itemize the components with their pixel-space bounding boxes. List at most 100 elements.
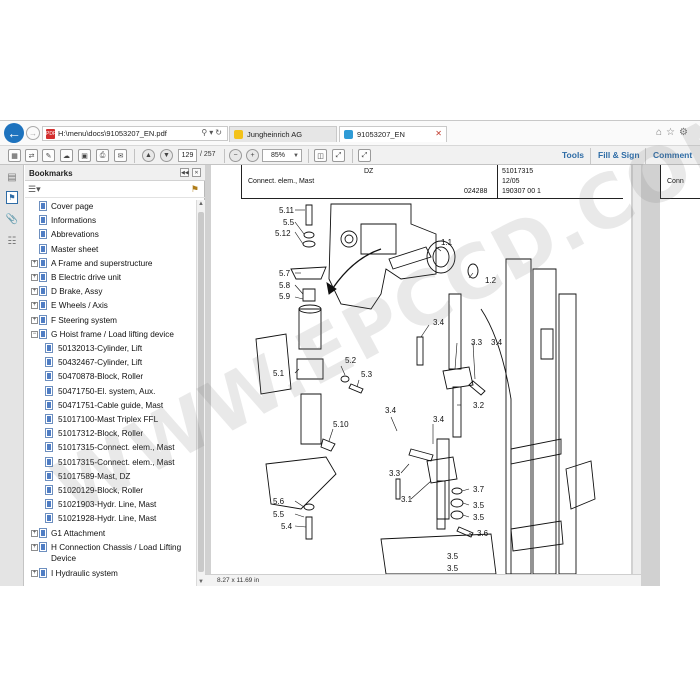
scroll-down-icon[interactable]: ▼ [198,579,204,585]
url-field[interactable]: PDF H:\menu\docs\91053207_EN.pdf ⚲▾↻ [42,126,228,141]
bookmark-subitem[interactable]: 50432467-Cylinder, Lift [25,356,196,370]
reader-toolbar: ▦ ⇄ ✎ ☁ ▣ ⎙ ✉ ▲ ▼ 129 / 257 − + 85% ▼ ◫ … [0,145,700,165]
fit-page-icon[interactable]: ◫ [314,149,327,162]
bookmark-item[interactable]: Informations [25,214,196,228]
block-title: Connect. elem., Mast [248,178,315,185]
mast-detail-shape [540,328,554,360]
read-mode-icon[interactable]: ⤢ [358,149,371,162]
email-icon[interactable]: ✉ [114,149,127,162]
bookmark-item[interactable]: + H Connection Chassis / Load Lifting Devi… [25,541,196,567]
edit-icon[interactable]: ✎ [42,149,55,162]
new-bookmark-icon[interactable]: ⚑ [191,184,199,195]
fill-sign-button[interactable]: Fill & Sign [598,150,640,160]
tab-jungheinrich[interactable]: Jungheinrich AG [229,126,337,142]
bookmark-subitem[interactable]: 51017589-Mast, DZ [25,470,196,484]
bookmark-label: G Hoist frame / Load lifting device [51,329,174,339]
window-icons[interactable]: ⌂☆⚙ [656,127,692,138]
tools-button[interactable]: Tools [562,150,584,160]
collapse-panel-icon[interactable]: ◀◀ [180,168,189,177]
expand-icon[interactable]: + [31,259,38,267]
expand-icon[interactable]: + [31,543,38,551]
back-arrow-icon[interactable]: ← [4,123,24,143]
bookmarks-icon[interactable]: ⚑ [6,191,18,204]
zoom-out-icon[interactable]: − [229,149,242,162]
fit-width-icon[interactable]: ⤢ [332,149,345,162]
forward-arrow-icon[interactable]: → [26,126,40,140]
expand-icon[interactable]: + [31,288,38,296]
expand-icon[interactable]: + [31,274,38,281]
bookmark-label: 50471751-Cable guide, Mast [58,400,164,410]
cylinder-lower-shape [300,393,322,445]
callout-label: 5.5 [273,510,285,519]
bookmark-label: 51017589-Mast, DZ [58,471,131,481]
bookmark-subitem[interactable]: 51017312-Block, Roller [25,427,196,441]
callout-label: 5.4 [281,522,293,531]
ring-shape [467,263,479,279]
callout-label: 5.6 [273,497,285,506]
zoom-in-icon[interactable]: + [246,149,259,162]
tab-pdf-document[interactable]: 91053207_EN ✕ [339,126,447,142]
convert-icon[interactable]: ⇄ [25,149,38,162]
attachments-icon[interactable]: 📎 [6,213,18,226]
expand-icon[interactable]: + [31,316,38,324]
callout-label: 3.3 [389,469,401,478]
close-panel-icon[interactable]: ✕ [192,168,201,177]
bookmark-label: F Steering system [51,315,117,325]
clamp-ring-shape [296,358,324,380]
bookmark-subitem[interactable]: 51021903-Hydr. Line, Mast [25,498,196,512]
cloud-upload-icon[interactable]: ☁ [60,149,73,162]
save-icon[interactable]: ▣ [78,149,91,162]
comment-button[interactable]: Comment [653,150,692,160]
bookmark-item[interactable]: + E Wheels / Axis [25,299,196,313]
bookmark-scrollbar[interactable]: ▲ ▼ [196,200,205,586]
bookmark-item[interactable]: + G1 Attachment [25,527,196,541]
toolbar-divider [224,149,225,163]
bookmark-subitem[interactable]: 51021928-Hydr. Line, Mast [25,512,196,526]
bookmark-label: E Wheels / Axis [51,301,108,311]
bookmark-item[interactable]: + F Steering system [25,314,196,328]
expand-icon[interactable]: + [31,302,38,310]
mast-rail-inner-shape [532,268,557,574]
bookmark-subitem[interactable]: 51020129-Block, Roller [25,484,196,498]
bolt-5-3-shape [348,383,364,394]
print-icon[interactable]: ⎙ [96,149,109,162]
bookmark-page-icon [39,286,47,297]
bookmark-item[interactable]: Cover page [25,200,196,214]
zoom-select[interactable]: 85% ▼ [262,149,302,162]
page-scrollbar[interactable] [633,165,641,574]
layers-icon[interactable]: ☷ [6,235,18,248]
bookmarks-subtoolbar: ☰▾ ⚑ [25,181,205,198]
mast-bracket-right-shape [565,460,596,510]
options-menu-icon[interactable]: ☰▾ [28,184,41,195]
expand-icon[interactable]: + [31,569,38,577]
page-thumbnails-icon[interactable]: ▤ [6,171,18,184]
bookmark-page-icon [45,343,53,353]
bookmark-item[interactable]: + D Brake, Assy [25,285,196,299]
bookmark-item[interactable]: Abbrevations [25,228,196,242]
create-pdf-icon[interactable]: ▦ [8,149,21,162]
bookmark-item[interactable]: + I Hydraulic system [25,567,196,581]
collapse-icon[interactable]: − [31,330,38,338]
expand-icon[interactable]: + [31,529,38,537]
bookmark-item[interactable]: + A Frame and superstructure [25,257,196,271]
bookmark-label: 50432467-Cylinder, Lift [58,358,143,368]
bookmark-item[interactable]: − G Hoist frame / Load lifting device [25,328,196,342]
close-tab-icon[interactable]: ✕ [435,129,442,138]
bookmark-subitem[interactable]: 50132013-Cylinder, Lift [25,342,196,356]
bookmark-item[interactable]: + B Electric drive unit [25,271,196,285]
block-code: DZ [364,168,374,175]
bookmark-item[interactable]: Master sheet [25,243,196,257]
page-number-input[interactable]: 129 [178,149,197,162]
bookmark-subitem[interactable]: 51017315-Connect. elem., Mast [25,456,196,470]
previous-page-icon[interactable]: ▲ [142,149,155,162]
bookmark-subitem[interactable]: 50471751-Cable guide, Mast [25,399,196,413]
bookmark-subitem[interactable]: 50471750-El. system, Aux. [25,385,196,399]
scroll-up-icon[interactable]: ▲ [198,201,204,207]
next-page-icon[interactable]: ▼ [160,149,173,162]
toolbar-divider [352,149,353,163]
bookmark-subitem[interactable]: 50470878-Block, Roller [25,370,196,384]
search-refresh-icons[interactable]: ⚲▾↻ [201,128,224,137]
bookmark-subitem[interactable]: 51017315-Connect. elem., Mast [25,441,196,455]
bookmark-subitem[interactable]: 51017100-Mast Triplex FFL [25,413,196,427]
scrollbar-thumb[interactable] [198,212,204,572]
